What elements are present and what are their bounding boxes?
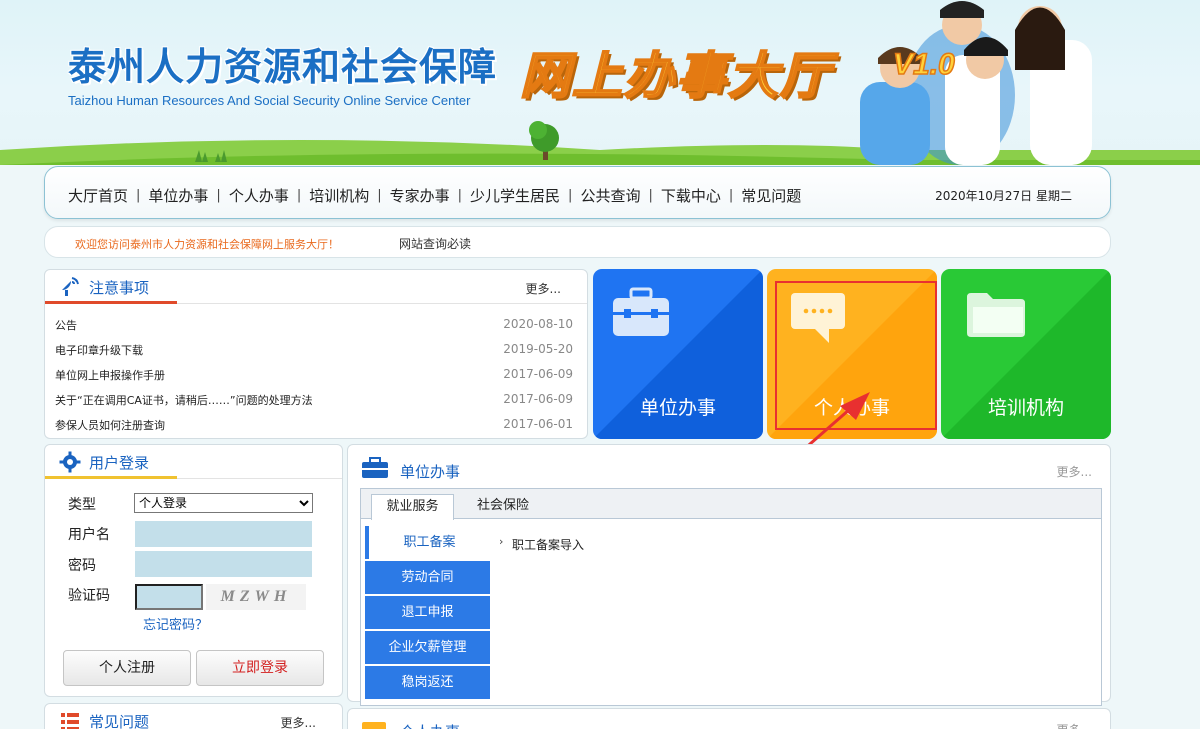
notice-date: 2017-06-09 [503,392,573,406]
nav-item-personal[interactable]: 个人办事 [229,185,289,206]
satellite-dish-icon [62,277,79,296]
notice-date: 2017-06-09 [503,367,573,381]
nav-separator: | [377,188,382,203]
hall-title: 网上办事大厅 [519,46,832,106]
nav-separator: | [216,188,221,203]
unit-service-more-link[interactable]: 更多... [1057,463,1092,480]
notices-title: 注意事项 [89,279,150,297]
faq-title: 常见问题 [89,713,150,729]
notice-item[interactable]: 电子印章升级下载 2019-05-20 [55,337,573,362]
notice-title[interactable]: 电子印章升级下载 [55,342,143,358]
password-label: 密码 [68,558,96,574]
nav-separator: | [728,188,734,203]
personal-service-panel: 个人办事 更多... [347,708,1111,729]
unit-service-header: 单位办事 更多... [348,445,1110,481]
side-item-wage-arrears[interactable]: 企业欠薪管理 [365,631,490,664]
must-read-link[interactable]: 网站查询必读 [399,235,471,252]
forgot-password-link[interactable]: 忘记密码？ [143,614,208,633]
gear-icon [59,451,81,473]
nav-separator: | [568,188,573,203]
login-button[interactable]: 立即登录 [196,650,324,686]
side-item-labor-contract[interactable]: 劳动合同 [365,561,490,594]
notice-title[interactable]: 关于“正在调用CA证书，请稍后……”问题的处理方法 [55,392,313,408]
briefcase-icon [362,457,388,478]
version-label: V1.0 [892,47,955,82]
type-label: 类型 [68,497,96,513]
faq-panel: 常见问题 更多... [44,703,343,729]
nav-item-training[interactable]: 培训机构 [309,185,369,206]
personal-service-more-link[interactable]: 更多... [1057,721,1092,729]
main-nav: 大厅首页 | 单位办事 | 个人办事 | 培训机构 | 专家办事 | 少儿学生居… [44,166,1111,219]
nav-item-unit[interactable]: 单位办事 [148,185,208,206]
chat-bubble-icon [362,722,386,729]
faq-header: 常见问题 更多... [45,704,342,729]
side-item-staff-filing[interactable]: 职工备案 [365,526,490,559]
nav-item-expert[interactable]: 专家办事 [390,185,450,206]
header-banner: 泰州人力资源和社会保障 Taizhou Human Resources And … [0,0,1200,165]
notice-title[interactable]: 公告 [55,317,77,333]
folder-icon [967,293,1025,337]
notices-panel: 注意事项 更多... 公告 2020-08-10 电子印章升级下载 2019-0… [44,269,588,439]
site-title: 泰州人力资源和社会保障 [68,45,498,89]
password-input[interactable] [135,551,312,577]
nav-item-home[interactable]: 大厅首页 [68,185,128,206]
nav-item-student[interactable]: 少儿学生居民 [470,185,560,206]
nav-separator: | [648,188,653,203]
header-accent [45,476,177,479]
faq-more-link[interactable]: 更多... [281,714,316,729]
notice-date: 2017-06-01 [503,417,573,431]
nav-separator: | [296,188,302,203]
nav-item-download[interactable]: 下载中心 [661,185,721,206]
tile-label: 培训机构 [987,397,1064,419]
username-input[interactable] [135,521,312,547]
login-title: 用户登录 [89,454,150,472]
notice-title[interactable]: 单位网上申报操作手册 [55,367,165,383]
nav-items: 大厅首页 | 单位办事 | 个人办事 | 培训机构 | 专家办事 | 少儿学生居… [68,185,801,206]
unit-service-title: 单位办事 [400,463,461,481]
service-side-menu: 职工备案 劳动合同 退工申报 企业欠薪管理 稳岗返还 [365,526,490,701]
notice-list: 公告 2020-08-10 电子印章升级下载 2019-05-20 单位网上申报… [55,312,573,437]
notice-item[interactable]: 参保人员如何注册查询 2017-06-01 [55,412,573,437]
notice-date: 2020-08-10 [503,317,573,331]
nav-item-faq[interactable]: 常见问题 [741,185,801,206]
list-icon [61,713,79,729]
nav-item-query[interactable]: 公共查询 [580,185,640,206]
tile-training-institution[interactable]: 培训机构 [941,269,1111,439]
login-header: 用户登录 [45,445,342,479]
notice-date: 2019-05-20 [503,342,573,356]
notice-item[interactable]: 公告 2020-08-10 [55,312,573,337]
welcome-marquee: 欢迎您访问泰州市人力资源和社会保障网上服务大厅！ [75,238,339,251]
chevron-right-icon: › [499,535,504,548]
tab-strip: 就业服务 社会保险 [361,489,1101,520]
nav-separator: | [136,188,141,203]
tab-employment[interactable]: 就业服务 [371,494,454,520]
captcha-label: 验证码 [68,588,110,604]
username-label: 用户名 [68,527,110,543]
site-subtitle: Taizhou Human Resources And Social Secur… [68,93,471,108]
notice-item[interactable]: 单位网上申报操作手册 2017-06-09 [55,362,573,387]
briefcase-icon [613,287,669,336]
captcha-image[interactable]: MZWH [206,584,306,610]
personal-service-title: 个人办事 [400,721,460,729]
current-date: 2020年10月27日 星期二 [935,189,1072,203]
side-item-job-stability[interactable]: 稳岗返还 [365,666,490,699]
notice-title[interactable]: 参保人员如何注册查询 [55,417,165,433]
notice-item[interactable]: 关于“正在调用CA证书，请稍后……”问题的处理方法 2017-06-09 [55,387,573,412]
notices-header: 注意事项 更多... [45,270,587,304]
notices-more-link[interactable]: 更多... [526,280,561,297]
header-accent [45,301,177,304]
nav-separator: | [457,188,463,203]
tab-social-insurance[interactable]: 社会保险 [461,494,545,520]
captcha-input[interactable] [135,584,203,610]
register-button[interactable]: 个人注册 [63,650,191,686]
side-item-retirement[interactable]: 退工申报 [365,596,490,629]
login-type-select[interactable]: 个人登录 [134,493,313,513]
welcome-bar: 欢迎您访问泰州市人力资源和社会保障网上服务大厅！ 网站查询必读 [44,226,1111,258]
sub-link-staff-import[interactable]: 职工备案导入 [512,536,584,553]
